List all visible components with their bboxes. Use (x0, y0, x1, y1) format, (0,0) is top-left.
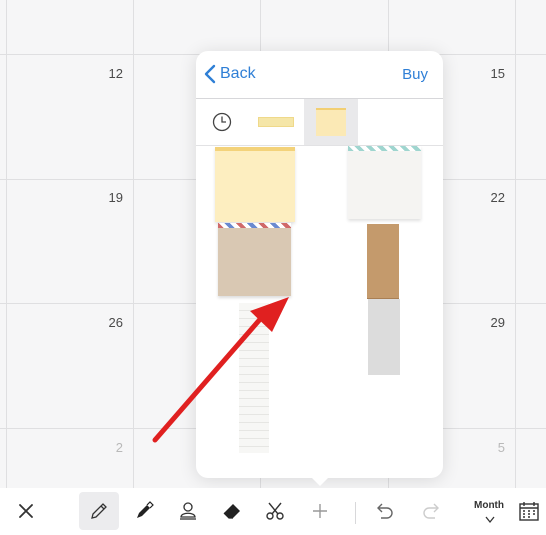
calendar-icon (519, 502, 539, 521)
day-number[interactable]: 2 (93, 440, 123, 455)
tab-recent[interactable] (196, 99, 248, 145)
month-label[interactable]: Month (474, 500, 504, 511)
back-button[interactable]: Back (204, 64, 256, 84)
sticker-kraft-note-airmail[interactable] (218, 223, 291, 296)
day-number[interactable]: 22 (475, 190, 505, 205)
redo-button[interactable] (412, 492, 452, 530)
plus-icon (313, 504, 327, 518)
grid-line (133, 0, 134, 488)
pencil-icon (91, 503, 107, 519)
calendar-button[interactable] (512, 492, 546, 530)
stamp-tool[interactable] (168, 492, 208, 530)
add-button[interactable] (300, 492, 340, 530)
scissors-icon (266, 502, 284, 520)
toolbar-divider (355, 502, 356, 524)
sticker-white-note-striped[interactable] (348, 146, 421, 219)
back-label: Back (220, 65, 256, 82)
pencil-tool[interactable] (79, 492, 119, 530)
sticker-gray-strip[interactable] (368, 299, 400, 375)
undo-icon (377, 503, 393, 519)
sticker-yellow-note[interactable] (215, 147, 295, 222)
striped-tape-icon (348, 146, 421, 151)
tab-tape[interactable] (249, 99, 303, 145)
buy-button[interactable]: Buy (402, 66, 428, 83)
marker-icon (137, 501, 154, 518)
airmail-border-icon (218, 223, 291, 228)
sticker-brown-strip[interactable] (367, 224, 399, 299)
stamp-icon (180, 502, 196, 520)
close-icon (19, 504, 33, 518)
scissors-tool[interactable] (255, 492, 295, 530)
day-number[interactable]: 12 (93, 66, 123, 81)
undo-button[interactable] (364, 492, 404, 530)
view-mode-toggle[interactable] (470, 508, 510, 532)
eraser-tool[interactable] (212, 492, 252, 530)
tab-sticky-notes[interactable] (304, 99, 358, 145)
redo-icon (423, 503, 439, 519)
marker-tool[interactable] (124, 492, 164, 530)
sticker-lined-strip[interactable] (239, 303, 269, 453)
day-number[interactable]: 26 (93, 315, 123, 330)
popover-header: Back Buy (196, 51, 443, 99)
sticker-category-tabs (196, 99, 443, 146)
sticker-popover: Back Buy (196, 51, 443, 478)
tape-strip-thumbnail (258, 117, 294, 127)
day-number[interactable]: 29 (475, 315, 505, 330)
clock-icon (212, 112, 232, 132)
eraser-icon (223, 504, 240, 519)
popover-caret (310, 476, 330, 486)
grid-line (515, 0, 516, 488)
day-number[interactable]: 5 (475, 440, 505, 455)
chevron-down-icon (485, 516, 495, 524)
day-number[interactable]: 15 (475, 66, 505, 81)
bottom-toolbar (0, 488, 546, 535)
grid-line (6, 0, 7, 488)
chevron-left-icon (204, 64, 216, 84)
close-button[interactable] (6, 492, 46, 530)
sticky-note-thumbnail (316, 108, 346, 136)
day-number[interactable]: 19 (93, 190, 123, 205)
